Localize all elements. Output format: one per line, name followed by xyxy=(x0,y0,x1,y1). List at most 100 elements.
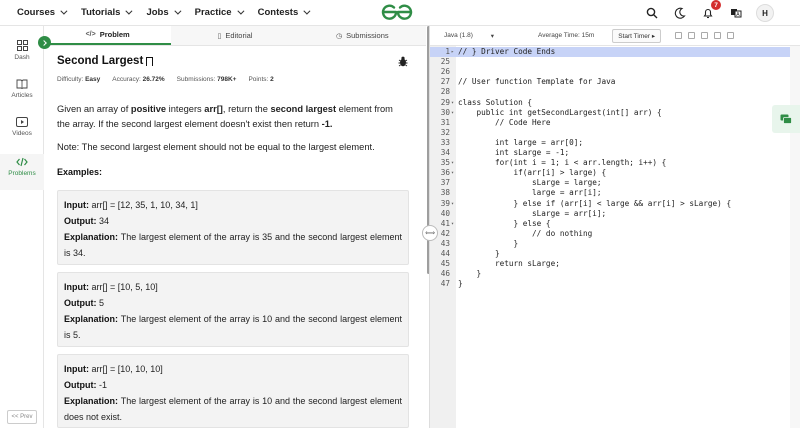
line-number: 34 xyxy=(440,148,450,157)
expand-icon[interactable] xyxy=(727,32,735,39)
notification-bell-icon[interactable]: 7 xyxy=(700,0,721,21)
problem-description: Given an array of positive integers arr[… xyxy=(57,102,397,132)
code-line[interactable]: 35 ▾ for(int i = 1; i < arr.length; i++) … xyxy=(430,158,800,168)
points-value: 2 xyxy=(270,76,274,83)
sidebar-item-problems[interactable]: Problems xyxy=(0,154,44,190)
notification-badge: 7 xyxy=(711,0,721,10)
video-icon xyxy=(16,117,28,127)
prev-button[interactable]: << Prev xyxy=(7,410,37,424)
sidebar-item-articles[interactable]: Articles xyxy=(0,79,44,113)
code-line[interactable]: 39 ▾ } else if (arr[i] < large && arr[i] … xyxy=(430,199,800,209)
gfg-logo[interactable] xyxy=(380,2,414,22)
code-line[interactable]: 30 ▾ public int getSecondLargest(int[] ar… xyxy=(430,108,800,118)
start-timer-button[interactable]: Start Timer ▸ xyxy=(612,28,662,43)
difficulty-label: Difficulty: xyxy=(57,76,84,83)
line-number: 27 xyxy=(440,77,450,87)
chat-icon[interactable] xyxy=(772,105,800,133)
copy-icon[interactable] xyxy=(675,32,683,39)
avatar[interactable]: H xyxy=(756,4,774,22)
code-text: // Code Here xyxy=(458,117,551,127)
code-line[interactable]: 32 xyxy=(430,128,800,138)
nav-tutorials[interactable]: Tutorials xyxy=(81,7,133,18)
resize-handle-icon[interactable]: ⟺ xyxy=(422,225,438,241)
code-line[interactable]: 40 sLarge = arr[i]; xyxy=(430,209,800,219)
fold-arrow-icon[interactable]: ▾ xyxy=(451,158,454,168)
code-line[interactable]: 1 ▸ // } Driver Code Ends xyxy=(430,47,800,58)
language-select[interactable]: Java (1.8) ▾ xyxy=(444,32,494,40)
fullscreen-icon[interactable] xyxy=(701,32,709,39)
output-label: Output: xyxy=(64,298,97,308)
code-editor[interactable]: 1 ▸ // } Driver Code Ends 25 26 27 // User fun… xyxy=(430,46,800,428)
report-bug-icon[interactable] xyxy=(398,56,408,70)
submissions-label: Submissions: xyxy=(176,76,216,83)
code-text: return sLarge; xyxy=(458,259,560,269)
code-text: } xyxy=(458,238,519,248)
bookmark-icon[interactable] xyxy=(146,56,154,66)
fold-arrow-icon[interactable]: ▾ xyxy=(451,199,454,209)
problem-panel: Second Largest Difficulty: Easy Accuracy… xyxy=(44,46,426,428)
reset-icon[interactable] xyxy=(688,32,696,39)
nav-practice[interactable]: Practice xyxy=(195,7,245,18)
code-line[interactable]: 37 sLarge = large; xyxy=(430,178,800,188)
code-icon: </> xyxy=(85,31,96,38)
line-number: 28 xyxy=(440,87,450,97)
line-number: 35 xyxy=(440,158,450,168)
fold-arrow-icon[interactable]: ▾ xyxy=(451,219,454,229)
code-text: sLarge = arr[i]; xyxy=(458,208,607,218)
sidebar-item-videos[interactable]: Videos xyxy=(0,117,44,151)
fold-arrow-icon[interactable]: ▾ xyxy=(451,168,454,178)
play-icon: ▸ xyxy=(651,32,656,40)
line-number: 40 xyxy=(440,208,450,218)
translate-icon[interactable]: A xyxy=(728,5,744,21)
code-line[interactable]: 26 xyxy=(430,67,800,77)
code-line[interactable]: 41 ▾ } else { xyxy=(430,219,800,229)
problem-note: Note: The second largest element should … xyxy=(57,142,375,152)
tab-editorial[interactable]: ▯ Editorial xyxy=(171,26,298,45)
code-line[interactable]: 47} xyxy=(430,279,800,289)
tab-problem[interactable]: </> Problem xyxy=(44,26,172,45)
code-line[interactable]: 28 xyxy=(430,87,800,97)
desc-text: Given an array of xyxy=(57,104,131,114)
nav-jobs[interactable]: Jobs xyxy=(146,7,182,18)
editor-scrollbar[interactable] xyxy=(790,46,800,428)
sidebar-item-label: Dash xyxy=(14,54,30,61)
example-input: arr[] = [12, 35, 1, 10, 34, 1] xyxy=(91,200,198,210)
code-line[interactable]: 43 } xyxy=(430,239,800,249)
desc-bold: arr[] xyxy=(204,104,223,114)
code-line[interactable]: 38 large = arr[i]; xyxy=(430,188,800,198)
chevron-down-icon xyxy=(174,7,182,15)
code-line[interactable]: 27 // User function Template for Java xyxy=(430,77,800,87)
desc-bold: -1. xyxy=(321,119,333,129)
fold-arrow-icon[interactable]: ▸ xyxy=(451,47,454,57)
sidebar-item-label: Articles xyxy=(11,92,33,99)
code-line[interactable]: 25 xyxy=(430,57,800,67)
code-line[interactable]: 29 ▾ class Solution { xyxy=(430,98,800,108)
code-line[interactable]: 42 // do nothing xyxy=(430,229,800,239)
average-time: Average Time: 15m xyxy=(538,32,595,39)
code-line[interactable]: 31 // Code Here xyxy=(430,118,800,128)
tab-label: Problem xyxy=(99,30,130,39)
explanation-label: Explanation: xyxy=(64,396,119,406)
desc-bold: positive xyxy=(130,104,167,114)
nav-courses[interactable]: Courses xyxy=(17,7,68,18)
fold-arrow-icon[interactable]: ▾ xyxy=(451,108,454,118)
language-value: Java (1.8) xyxy=(444,31,473,39)
search-icon[interactable] xyxy=(644,5,660,21)
line-number: 38 xyxy=(440,188,450,198)
code-line[interactable]: 36 ▾ if(arr[i] > large) { xyxy=(430,168,800,178)
code-line[interactable]: 34 int sLarge = -1; xyxy=(430,148,800,158)
collapse-sidebar-button[interactable] xyxy=(38,36,51,49)
code-line[interactable]: 33 int large = arr[0]; xyxy=(430,138,800,148)
sidebar-item-dash[interactable]: Dash xyxy=(0,40,44,74)
code-line[interactable]: 44 } xyxy=(430,249,800,259)
code-text: large = arr[i]; xyxy=(458,188,602,198)
example-box: Input: arr[] = [12, 35, 1, 10, 34, 1] Ou… xyxy=(57,190,409,265)
fold-arrow-icon[interactable]: ▾ xyxy=(451,98,454,108)
nav-contests[interactable]: Contests xyxy=(258,7,311,18)
code-line[interactable]: 45 return sLarge; xyxy=(430,259,800,269)
code-line[interactable]: 46 } xyxy=(430,269,800,279)
tab-submissions[interactable]: ◷ Submissions xyxy=(299,26,426,45)
settings-icon[interactable] xyxy=(714,32,722,39)
dark-mode-icon[interactable] xyxy=(672,5,688,21)
code-text: public int getSecondLargest(int[] arr) { xyxy=(458,107,662,117)
